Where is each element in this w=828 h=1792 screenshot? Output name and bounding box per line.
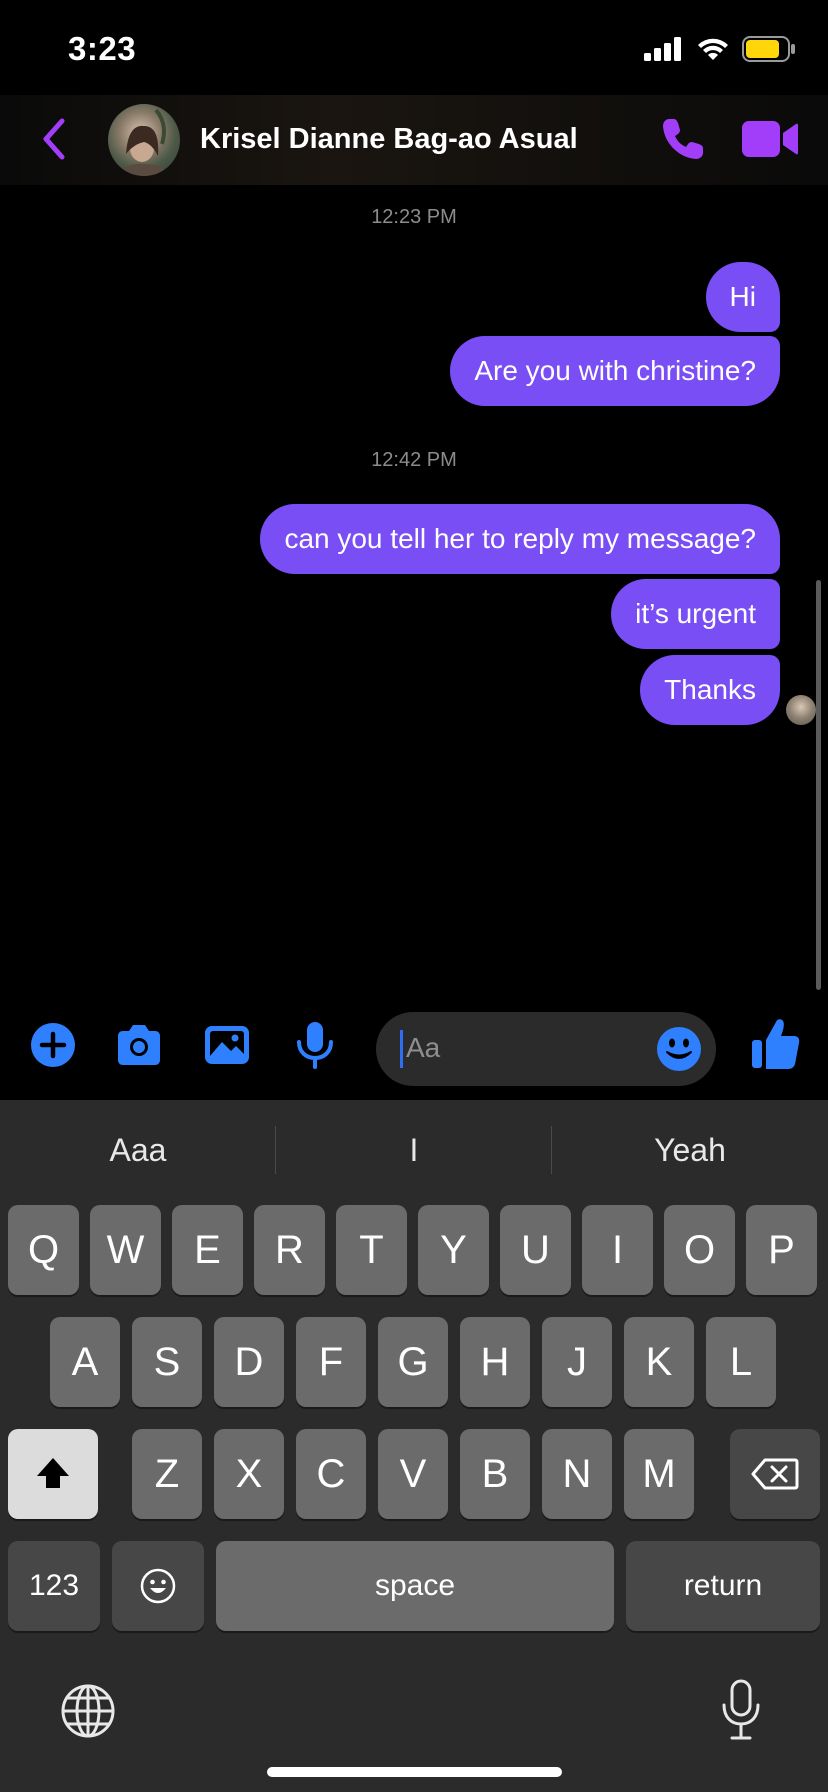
text-caret [400, 1030, 403, 1068]
message-input[interactable]: Aa [376, 1012, 716, 1086]
message-bubble[interactable]: Thanks [640, 655, 780, 725]
thumbs-up-icon[interactable] [750, 1016, 802, 1072]
video-call-icon[interactable] [742, 119, 798, 159]
message-bubble[interactable]: Are you with christine? [450, 336, 780, 406]
key-j[interactable]: J [542, 1317, 612, 1407]
key-y[interactable]: Y [418, 1205, 489, 1295]
suggestion-bar: Aaa I Yeah [0, 1100, 828, 1200]
gallery-icon[interactable] [202, 1020, 252, 1070]
key-e[interactable]: E [172, 1205, 243, 1295]
suggestion-item[interactable]: Aaa [0, 1100, 276, 1200]
key-c[interactable]: C [296, 1429, 366, 1519]
shift-icon [37, 1458, 69, 1488]
key-k[interactable]: K [624, 1317, 694, 1407]
return-key[interactable]: return [626, 1541, 820, 1631]
back-button[interactable] [38, 115, 70, 163]
emoji-icon[interactable] [656, 1026, 702, 1072]
plus-icon[interactable] [28, 1020, 78, 1070]
shift-key[interactable] [8, 1429, 98, 1519]
key-m[interactable]: M [624, 1429, 694, 1519]
key-d[interactable]: D [214, 1317, 284, 1407]
message-timestamp: 12:42 PM [371, 449, 457, 471]
numbers-key[interactable]: 123 [8, 1541, 100, 1631]
emoji-key[interactable] [112, 1541, 204, 1631]
message-bubble[interactable]: Hi [705, 262, 780, 332]
contact-avatar[interactable] [108, 104, 180, 176]
message-input-placeholder: Aa [406, 1032, 441, 1063]
key-x[interactable]: X [214, 1429, 284, 1519]
status-time: 3:23 [68, 30, 137, 67]
key-l[interactable]: L [706, 1317, 776, 1407]
home-indicator[interactable] [267, 1767, 562, 1777]
key-i[interactable]: I [582, 1205, 653, 1295]
backspace-key[interactable] [730, 1429, 820, 1519]
key-o[interactable]: O [664, 1205, 735, 1295]
key-v[interactable]: V [378, 1429, 448, 1519]
dictation-microphone-icon[interactable] [718, 1678, 764, 1742]
suggestion-item[interactable]: Yeah [552, 1100, 828, 1200]
wifi-icon [698, 38, 728, 60]
phone-call-icon[interactable] [660, 116, 706, 162]
key-h[interactable]: H [460, 1317, 530, 1407]
message-timestamp: 12:23 PM [371, 206, 457, 228]
microphone-icon[interactable] [290, 1020, 340, 1070]
suggestion-item[interactable]: I [276, 1100, 552, 1200]
key-z[interactable]: Z [132, 1429, 202, 1519]
globe-icon[interactable] [60, 1683, 116, 1739]
key-p[interactable]: P [746, 1205, 817, 1295]
key-n[interactable]: N [542, 1429, 612, 1519]
scroll-indicator[interactable] [816, 580, 821, 990]
key-s[interactable]: S [132, 1317, 202, 1407]
read-receipt-avatar [786, 695, 816, 725]
contact-name[interactable]: Krisel Dianne Bag-ao Asual [200, 123, 578, 156]
signal-icon [644, 37, 681, 61]
key-a[interactable]: A [50, 1317, 120, 1407]
key-u[interactable]: U [500, 1205, 571, 1295]
key-q[interactable]: Q [8, 1205, 79, 1295]
status-bar: 3:23 [0, 0, 828, 95]
message-composer: Aa [0, 1010, 828, 1090]
status-icons [644, 36, 796, 62]
message-bubble[interactable]: it’s urgent [611, 579, 780, 649]
key-g[interactable]: G [378, 1317, 448, 1407]
keyboard: Aaa I Yeah Q W E R T Y U I O P A S D F G… [0, 1100, 828, 1792]
chat-header: Krisel Dianne Bag-ao Asual [0, 95, 828, 185]
camera-icon[interactable] [114, 1020, 164, 1070]
space-key[interactable]: space [216, 1541, 614, 1631]
key-w[interactable]: W [90, 1205, 161, 1295]
key-t[interactable]: T [336, 1205, 407, 1295]
message-bubble[interactable]: can you tell her to reply my message? [260, 504, 780, 574]
emoji-keyboard-icon [140, 1568, 176, 1604]
key-b[interactable]: B [460, 1429, 530, 1519]
battery-icon [742, 36, 795, 62]
key-f[interactable]: F [296, 1317, 366, 1407]
backspace-icon [751, 1458, 799, 1490]
key-r[interactable]: R [254, 1205, 325, 1295]
